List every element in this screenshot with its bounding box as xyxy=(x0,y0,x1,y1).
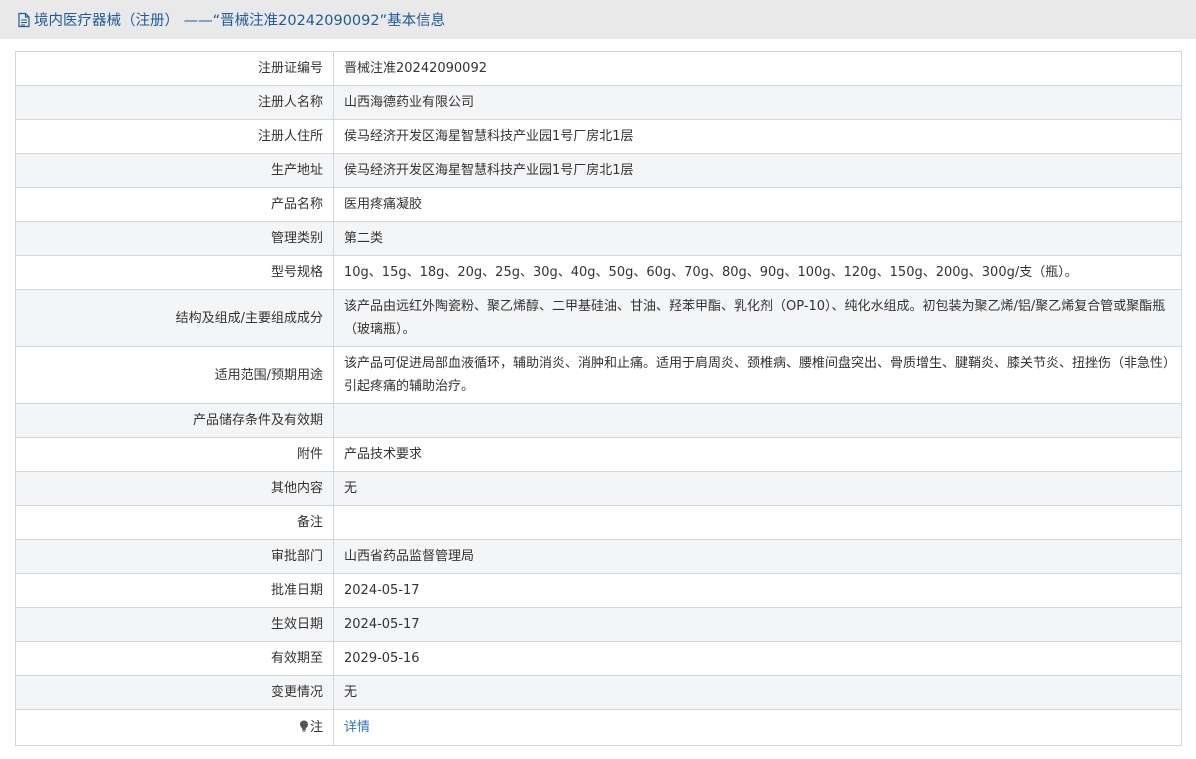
table-row: 其他内容 无 xyxy=(15,471,1182,506)
row-value: 医用疼痛凝胶 xyxy=(333,187,1182,222)
table-row: 型号规格 10g、15g、18g、20g、25g、30g、40g、50g、60g… xyxy=(15,255,1182,290)
row-label: 批准日期 xyxy=(15,573,334,608)
row-value: 山西海德药业有限公司 xyxy=(333,85,1182,120)
row-value: 2024-05-17 xyxy=(333,607,1182,642)
row-value: 2024-05-17 xyxy=(333,573,1182,608)
table-row: 产品储存条件及有效期 xyxy=(15,403,1182,438)
row-label: 产品储存条件及有效期 xyxy=(15,403,334,438)
row-value: 无 xyxy=(333,471,1182,506)
table-row: 产品名称 医用疼痛凝胶 xyxy=(15,187,1182,222)
lightbulb-icon xyxy=(299,717,309,732)
table-row: 附件 产品技术要求 xyxy=(15,437,1182,472)
table-row: 生效日期 2024-05-17 xyxy=(15,607,1182,642)
row-label: 有效期至 xyxy=(15,641,334,676)
row-value: 该产品可促进局部血液循环，辅助消炎、消肿和止痛。适用于肩周炎、颈椎病、腰椎间盘突… xyxy=(333,346,1182,404)
table-row: 注册证编号 晋械注准20242090092 xyxy=(15,51,1182,86)
row-label: 管理类别 xyxy=(15,221,334,256)
row-value: 10g、15g、18g、20g、25g、30g、40g、50g、60g、70g、… xyxy=(333,255,1182,290)
row-value: 2029-05-16 xyxy=(333,641,1182,676)
row-label: 生效日期 xyxy=(15,607,334,642)
row-value: 产品技术要求 xyxy=(333,437,1182,472)
table-row: 变更情况 无 xyxy=(15,675,1182,710)
row-label: 备注 xyxy=(15,505,334,540)
row-label: 注册人名称 xyxy=(15,85,334,120)
info-table-container: 注册证编号 晋械注准20242090092 注册人名称 山西海德药业有限公司 注… xyxy=(15,51,1182,746)
note-label: 注 xyxy=(309,720,323,735)
row-value xyxy=(333,505,1182,540)
table-row: 注册人名称 山西海德药业有限公司 xyxy=(15,85,1182,120)
row-label: 注册证编号 xyxy=(15,51,334,86)
note-row: 注 详情 xyxy=(15,709,1182,746)
table-row: 管理类别 第二类 xyxy=(15,221,1182,256)
info-table: 注册证编号 晋械注准20242090092 注册人名称 山西海德药业有限公司 注… xyxy=(15,51,1182,746)
row-value: 无 xyxy=(333,675,1182,710)
row-label: 附件 xyxy=(15,437,334,472)
row-label: 其他内容 xyxy=(15,471,334,506)
table-row: 生产地址 侯马经济开发区海星智慧科技产业园1号厂房北1层 xyxy=(15,153,1182,188)
document-icon xyxy=(16,12,32,28)
row-value: 侯马经济开发区海星智慧科技产业园1号厂房北1层 xyxy=(333,153,1182,188)
row-value: 晋械注准20242090092 xyxy=(333,51,1182,86)
table-row: 适用范围/预期用途 该产品可促进局部血液循环，辅助消炎、消肿和止痛。适用于肩周炎… xyxy=(15,346,1182,404)
row-value: 山西省药品监督管理局 xyxy=(333,539,1182,574)
table-row: 审批部门 山西省药品监督管理局 xyxy=(15,539,1182,574)
note-label-cell: 注 xyxy=(15,709,334,746)
row-label: 结构及组成/主要组成成分 xyxy=(15,289,334,347)
row-label: 生产地址 xyxy=(15,153,334,188)
row-value xyxy=(333,403,1182,438)
row-label: 注册人住所 xyxy=(15,119,334,154)
note-value-cell: 详情 xyxy=(333,709,1182,746)
row-value: 该产品由远红外陶瓷粉、聚乙烯醇、二甲基硅油、甘油、羟苯甲酯、乳化剂（OP-10）… xyxy=(333,289,1182,347)
details-link[interactable]: 详情 xyxy=(344,720,370,735)
row-label: 审批部门 xyxy=(15,539,334,574)
row-label: 产品名称 xyxy=(15,187,334,222)
row-value: 第二类 xyxy=(333,221,1182,256)
table-row: 备注 xyxy=(15,505,1182,540)
page-title: 境内医疗器械（注册） ——“晋械注准20242090092”基本信息 xyxy=(34,13,446,29)
row-label: 变更情况 xyxy=(15,675,334,710)
table-row: 注册人住所 侯马经济开发区海星智慧科技产业园1号厂房北1层 xyxy=(15,119,1182,154)
table-row: 批准日期 2024-05-17 xyxy=(15,573,1182,608)
table-row: 结构及组成/主要组成成分 该产品由远红外陶瓷粉、聚乙烯醇、二甲基硅油、甘油、羟苯… xyxy=(15,289,1182,347)
row-label: 型号规格 xyxy=(15,255,334,290)
page-title-bar: 境内医疗器械（注册） ——“晋械注准20242090092”基本信息 xyxy=(0,0,1196,39)
table-row: 有效期至 2029-05-16 xyxy=(15,641,1182,676)
row-label: 适用范围/预期用途 xyxy=(15,346,334,404)
row-value: 侯马经济开发区海星智慧科技产业园1号厂房北1层 xyxy=(333,119,1182,154)
